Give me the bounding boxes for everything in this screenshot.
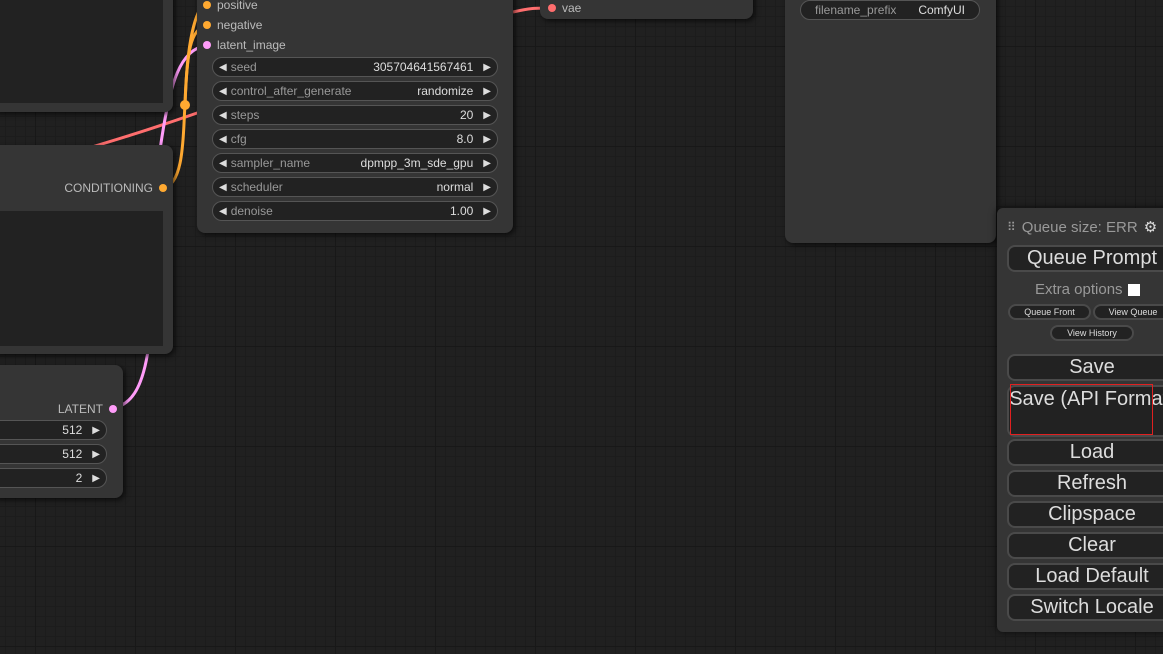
load-default-button[interactable]: Load Default: [1007, 563, 1163, 590]
queue-size-label: Queue size: ERR: [1021, 218, 1138, 236]
vae-decode-node[interactable]: vae: [540, 0, 753, 19]
widget-control-after-generate[interactable]: ◀ control_after_generate randomize ▶: [212, 81, 498, 101]
arrow-right-icon[interactable]: ▶: [483, 110, 491, 121]
widget-denoise[interactable]: ◀ denoise 1.00 ▶: [212, 201, 498, 221]
vae-input[interactable]: vae: [548, 1, 581, 15]
clip-text-encode-node[interactable]: CONDITIONING: [0, 145, 173, 354]
prompt-textarea[interactable]: [0, 211, 163, 346]
load-button[interactable]: Load: [1007, 439, 1163, 466]
arrow-left-icon[interactable]: ◀: [219, 134, 227, 145]
view-history-button[interactable]: View History: [1050, 325, 1134, 341]
filename-prefix-widget[interactable]: filename_prefix ComfyUI: [800, 0, 980, 20]
extra-options-checkbox[interactable]: [1127, 283, 1140, 296]
highlight-box: [1010, 384, 1153, 435]
save-image-node[interactable]: filename_prefix ComfyUI: [785, 0, 996, 243]
arrow-left-icon[interactable]: ◀: [219, 86, 227, 97]
arrow-right-icon[interactable]: ▶: [92, 473, 100, 484]
arrow-right-icon[interactable]: ▶: [483, 158, 491, 169]
arrow-right-icon[interactable]: ▶: [483, 86, 491, 97]
node-top-left[interactable]: [0, 0, 173, 112]
latent-image-input[interactable]: latent_image: [203, 38, 286, 52]
queue-front-button[interactable]: Queue Front: [1008, 304, 1091, 320]
queue-prompt-button[interactable]: Queue Prompt: [1007, 245, 1163, 272]
input-dot: [548, 4, 556, 12]
reroute-dot: [180, 100, 190, 110]
clipspace-button[interactable]: Clipspace: [1007, 501, 1163, 528]
arrow-right-icon[interactable]: ▶: [483, 62, 491, 73]
negative-input[interactable]: negative: [203, 18, 262, 32]
arrow-left-icon[interactable]: ◀: [219, 206, 227, 217]
drag-handle-icon[interactable]: ⠿: [1007, 220, 1016, 234]
arrow-right-icon[interactable]: ▶: [483, 134, 491, 145]
widget-steps[interactable]: ◀ steps 20 ▶: [212, 105, 498, 125]
positive-input[interactable]: positive: [203, 0, 258, 12]
latent-output[interactable]: LATENT: [58, 402, 117, 416]
width-widget[interactable]: 512 ▶: [0, 420, 107, 440]
widget-scheduler[interactable]: ◀ scheduler normal ▶: [212, 177, 498, 197]
arrow-left-icon[interactable]: ◀: [219, 110, 227, 121]
height-widget[interactable]: 512 ▶: [0, 444, 107, 464]
input-dot: [203, 1, 211, 9]
widget-cfg[interactable]: ◀ cfg 8.0 ▶: [212, 129, 498, 149]
arrow-right-icon[interactable]: ▶: [483, 206, 491, 217]
ksampler-node[interactable]: positive negative latent_image ◀ seed 3057…: [197, 0, 513, 233]
batch-size-widget[interactable]: 2 ▶: [0, 468, 107, 488]
clear-button[interactable]: Clear: [1007, 532, 1163, 559]
queue-panel: ⠿ Queue size: ERR ⚙ Queue Prompt Extra o…: [997, 208, 1163, 632]
arrow-left-icon[interactable]: ◀: [219, 182, 227, 193]
output-dot[interactable]: [159, 184, 167, 192]
output-dot[interactable]: [109, 405, 117, 413]
arrow-left-icon[interactable]: ◀: [219, 158, 227, 169]
arrow-right-icon[interactable]: ▶: [92, 425, 100, 436]
arrow-left-icon[interactable]: ◀: [219, 62, 227, 73]
view-queue-button[interactable]: View Queue: [1093, 304, 1163, 320]
gear-icon[interactable]: ⚙: [1144, 218, 1157, 236]
save-button[interactable]: Save: [1007, 354, 1163, 381]
widget-seed[interactable]: ◀ seed 305704641567461 ▶: [212, 57, 498, 77]
widget-sampler-name[interactable]: ◀ sampler_name dpmpp_3m_sde_gpu ▶: [212, 153, 498, 173]
arrow-right-icon[interactable]: ▶: [483, 182, 491, 193]
extra-options-label: Extra options: [1035, 281, 1123, 298]
empty-latent-node[interactable]: LATENT 512 ▶ 512 ▶ 2 ▶: [0, 365, 123, 498]
refresh-button[interactable]: Refresh: [1007, 470, 1163, 497]
arrow-right-icon[interactable]: ▶: [92, 449, 100, 460]
conditioning-output[interactable]: CONDITIONING: [64, 181, 167, 195]
switch-locale-button[interactable]: Switch Locale: [1007, 594, 1163, 621]
input-dot: [203, 21, 211, 29]
input-dot: [203, 41, 211, 49]
